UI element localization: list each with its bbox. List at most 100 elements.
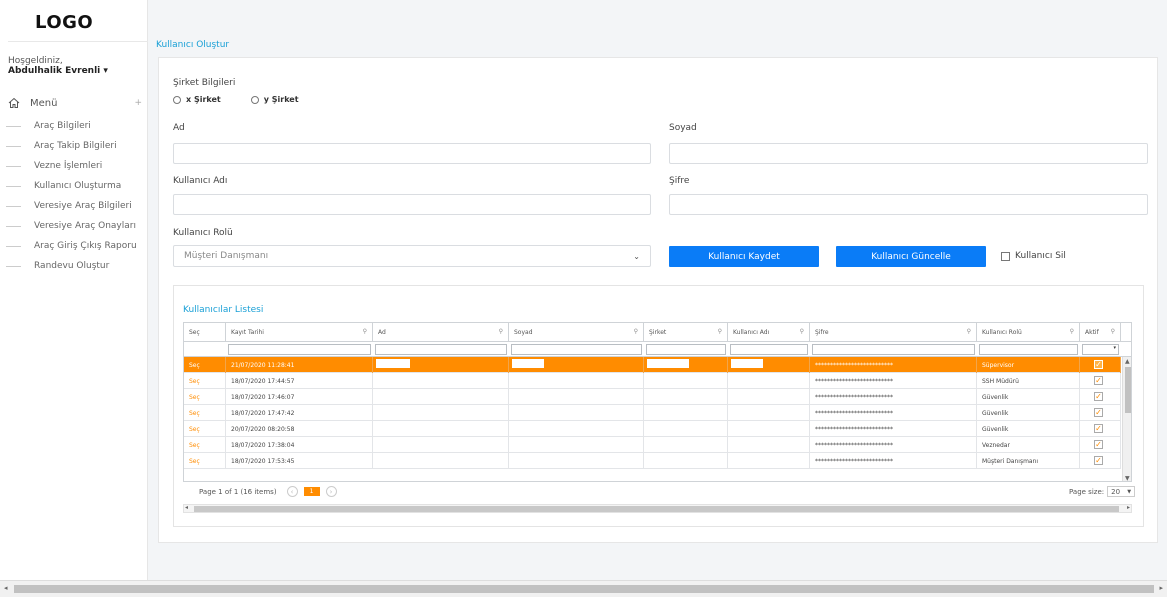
delete-user-checkbox[interactable]: Kullanıcı Sil [1001, 251, 1066, 261]
select-link[interactable]: Seç [184, 453, 226, 469]
radio-y-sirket[interactable] [250, 95, 259, 104]
scroll-left-icon[interactable]: ◂ [185, 504, 188, 511]
filter-icon[interactable]: ⚲ [1111, 328, 1115, 335]
active-checkbox[interactable]: ✓ [1094, 424, 1103, 433]
select-link[interactable]: Seç [184, 389, 226, 405]
scroll-thumb[interactable] [1125, 367, 1131, 413]
sidebar-item-arac-bilgileri[interactable]: Araç Bilgileri [6, 121, 91, 131]
sidebar-item-label: Araç Bilgileri [34, 121, 91, 131]
column-header-date[interactable]: Kayıt Tarihi ⚲ [226, 323, 373, 342]
scroll-thumb[interactable] [194, 506, 1119, 512]
filter-icon[interactable]: ⚲ [634, 328, 638, 335]
last-name-input[interactable] [669, 143, 1148, 164]
scroll-up-icon[interactable]: ▲ [1125, 358, 1130, 365]
select-link[interactable]: Seç [184, 357, 226, 373]
scroll-thumb[interactable] [14, 585, 1154, 593]
filter-icon[interactable]: ⚲ [1070, 328, 1074, 335]
next-page-icon[interactable]: › [325, 486, 337, 497]
save-user-button[interactable]: Kullanıcı Kaydet [669, 246, 819, 267]
cell-username [728, 421, 810, 437]
table-row[interactable]: Seç 18/07/2020 17:53:45 ******************… [184, 453, 1121, 469]
redacted-value [731, 359, 763, 368]
update-user-button[interactable]: Kullanıcı Güncelle [836, 246, 986, 267]
sidebar: LOGO Hoşgeldiniz, Abdulhalik Evrenli ▾ M… [0, 0, 148, 580]
filter-icon[interactable]: ⚲ [363, 328, 367, 335]
column-header-role[interactable]: Kullanıcı Rolü ⚲ [977, 323, 1080, 342]
role-select[interactable]: Müşteri Danışmanı ⌄ [173, 245, 651, 267]
filter-soyad-input[interactable] [511, 344, 642, 355]
sidebar-item-giris-cikis-raporu[interactable]: Araç Giriş Çıkış Raporu [6, 241, 137, 251]
filter-role-input[interactable] [979, 344, 1078, 355]
filter-ad-input[interactable] [375, 344, 507, 355]
sidebar-item-arac-takip[interactable]: Araç Takip Bilgileri [6, 141, 117, 151]
sidebar-item-randevu[interactable]: Randevu Oluştur [6, 261, 109, 271]
active-checkbox[interactable]: ✓ [1094, 392, 1103, 401]
select-link[interactable]: Seç [184, 421, 226, 437]
first-name-input[interactable] [173, 143, 651, 164]
filter-icon[interactable]: ⚲ [718, 328, 722, 335]
active-checkbox[interactable]: ✓ [1094, 376, 1103, 385]
table-row[interactable]: Seç 18/07/2020 17:38:04 ******************… [184, 437, 1121, 453]
welcome-text: Hoşgeldiniz, [8, 56, 63, 66]
cell-role: Süpervisor [977, 357, 1080, 373]
column-header-password[interactable]: Şifre ⚲ [810, 323, 977, 342]
dash-icon [6, 165, 21, 167]
user-menu[interactable]: Abdulhalik Evrenli ▾ [8, 66, 108, 76]
page-number-button[interactable]: 1 [303, 487, 320, 496]
password-input[interactable] [669, 194, 1148, 215]
filter-icon[interactable]: ⚲ [967, 328, 971, 335]
prev-page-icon[interactable]: ‹ [286, 486, 298, 497]
filter-username-input[interactable] [730, 344, 808, 355]
page-size-select[interactable]: 20 ▼ [1107, 486, 1136, 497]
active-checkbox[interactable]: ✓ [1094, 440, 1103, 449]
username-input[interactable] [173, 194, 651, 215]
cell-soyad [509, 389, 644, 405]
filter-icon[interactable]: ⚲ [499, 328, 503, 335]
column-header-sec[interactable]: Seç [184, 323, 226, 342]
sidebar-item-veresiye-onay[interactable]: Veresiye Araç Onayları [6, 221, 136, 231]
redacted-value [647, 359, 689, 368]
grid-horizontal-scrollbar[interactable]: ◂ ▸ [183, 504, 1132, 513]
radio-x-sirket[interactable] [173, 95, 181, 104]
scroll-left-icon[interactable]: ◂ [4, 584, 8, 592]
filter-password-input[interactable] [812, 344, 975, 355]
filter-sirket-input[interactable] [646, 344, 726, 355]
cell-date: 18/07/2020 17:46:07 [226, 389, 373, 405]
select-link[interactable]: Seç [184, 437, 226, 453]
table-row[interactable]: Seç 20/07/2020 08:20:58 ******************… [184, 421, 1121, 437]
scroll-right-icon[interactable]: ▸ [1159, 584, 1163, 592]
filter-date-input[interactable] [228, 344, 371, 355]
sidebar-item-kullanici-olusturma[interactable]: Kullanıcı Oluşturma [6, 181, 121, 191]
active-checkbox[interactable]: ✓ [1094, 360, 1103, 369]
column-header-soyad[interactable]: Soyad ⚲ [509, 323, 644, 342]
cell-password: ************************** [810, 437, 977, 453]
active-checkbox[interactable]: ✓ [1094, 408, 1103, 417]
cell-sirket [644, 437, 728, 453]
column-header-sirket[interactable]: Şirket ⚲ [644, 323, 728, 342]
grid-vertical-scrollbar[interactable]: ▲ ▼ [1122, 357, 1131, 481]
filter-icon[interactable]: ⚲ [800, 328, 804, 335]
scroll-down-icon[interactable]: ▼ [1125, 475, 1130, 481]
cell-role: Güvenlik [977, 389, 1080, 405]
cell-role: Müşteri Danışmanı [977, 453, 1080, 469]
sidebar-item-veresiye-arac[interactable]: Veresiye Araç Bilgileri [6, 201, 132, 211]
page-horizontal-scrollbar[interactable]: ◂ ▸ [0, 580, 1167, 597]
select-link[interactable]: Seç [184, 405, 226, 421]
table-row[interactable]: Seç 21/07/2020 11:28:41 ******************… [184, 357, 1121, 373]
active-checkbox[interactable]: ✓ [1094, 456, 1103, 465]
select-link[interactable]: Seç [184, 373, 226, 389]
filter-active-select[interactable]: ▾ [1082, 344, 1119, 355]
column-header-ad[interactable]: Ad ⚲ [373, 323, 509, 342]
first-name-label: Ad [173, 123, 185, 133]
menu-toggle[interactable]: Menü + [8, 97, 142, 109]
table-row[interactable]: Seç 18/07/2020 17:46:07 ******************… [184, 389, 1121, 405]
column-header-username[interactable]: Kullanıcı Adı ⚲ [728, 323, 810, 342]
table-row[interactable]: Seç 18/07/2020 17:47:42 ******************… [184, 405, 1121, 421]
column-header-active[interactable]: Aktif ⚲ [1080, 323, 1121, 342]
sidebar-item-label: Vezne İşlemleri [34, 161, 103, 171]
sidebar-item-vezne[interactable]: Vezne İşlemleri [6, 161, 102, 171]
cell-username [728, 437, 810, 453]
table-row[interactable]: Seç 18/07/2020 17:44:57 ******************… [184, 373, 1121, 389]
chevron-down-icon: ⌄ [633, 251, 640, 261]
scroll-right-icon[interactable]: ▸ [1127, 504, 1130, 511]
